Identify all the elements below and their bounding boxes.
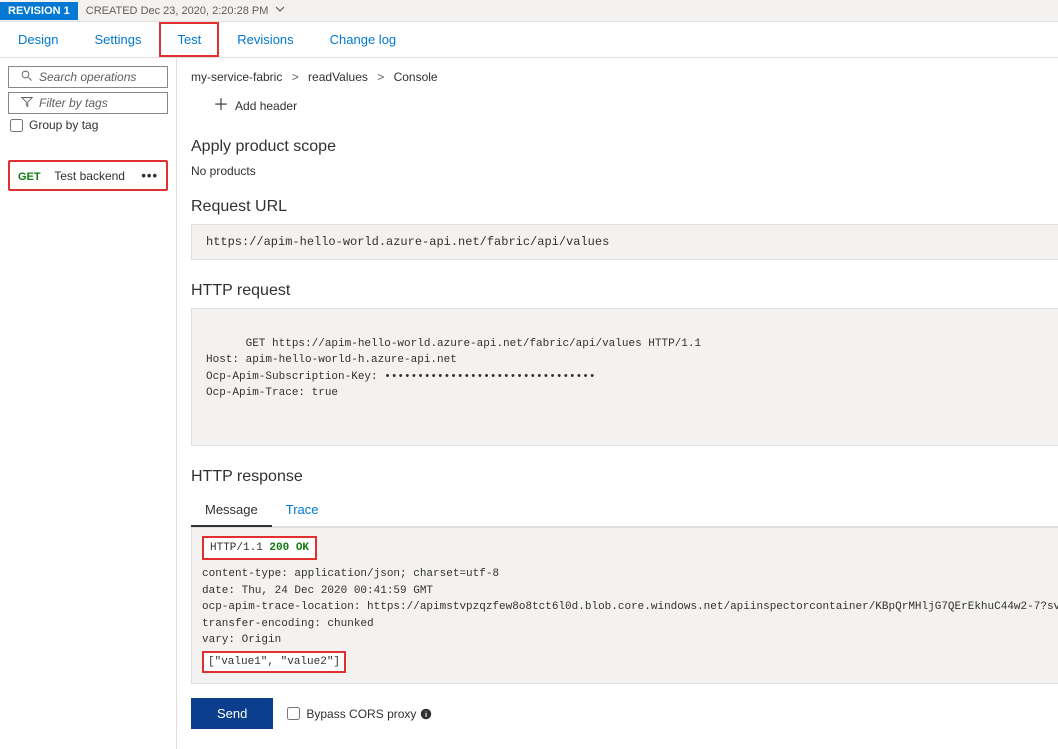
tab-design[interactable]: Design bbox=[0, 22, 76, 57]
created-value: Dec 23, 2020, 2:20:28 PM bbox=[141, 5, 269, 17]
revision-badge: REVISION 1 bbox=[0, 2, 78, 20]
breadcrumb-c: Console bbox=[394, 70, 438, 84]
bypass-cors[interactable]: Bypass CORS proxy i bbox=[287, 707, 432, 721]
filter-input[interactable]: Filter by tags bbox=[8, 92, 168, 114]
more-icon[interactable]: ••• bbox=[141, 168, 158, 183]
operation-name: Test backend bbox=[54, 169, 125, 183]
search-icon bbox=[21, 70, 33, 85]
tab-message[interactable]: Message bbox=[191, 494, 272, 527]
status-proto: HTTP/1.1 bbox=[210, 542, 263, 554]
tab-revisions[interactable]: Revisions bbox=[219, 22, 311, 57]
tab-test[interactable]: Test bbox=[159, 22, 219, 57]
footer-bar: Send Bypass CORS proxy i bbox=[191, 684, 1058, 729]
revision-bar: REVISION 1 CREATED Dec 23, 2020, 2:20:28… bbox=[0, 0, 1058, 22]
response-tabs: Message Trace Generate definition bbox=[191, 494, 1058, 527]
no-products-text: No products bbox=[191, 164, 1058, 178]
breadcrumb-a[interactable]: my-service-fabric bbox=[191, 70, 282, 84]
add-header-label: Add header bbox=[235, 99, 297, 113]
chevron-down-icon bbox=[275, 5, 285, 17]
group-by-tag[interactable]: Group by tag bbox=[10, 118, 166, 132]
send-button[interactable]: Send bbox=[191, 698, 273, 729]
revision-created[interactable]: CREATED Dec 23, 2020, 2:20:28 PM bbox=[78, 4, 286, 17]
operation-method: GET bbox=[18, 171, 41, 183]
search-placeholder: Search operations bbox=[39, 70, 136, 84]
breadcrumb-sep: > bbox=[377, 70, 384, 84]
tab-trace[interactable]: Trace bbox=[272, 494, 333, 525]
section-request-url: Request URL bbox=[191, 198, 1058, 216]
main-content: my-service-fabric > readValues > Console… bbox=[177, 58, 1058, 749]
breadcrumb: my-service-fabric > readValues > Console bbox=[191, 70, 1058, 84]
bypass-checkbox[interactable] bbox=[287, 707, 300, 720]
nav-tabs: Design Settings Test Revisions Change lo… bbox=[0, 22, 1058, 58]
info-icon[interactable]: i bbox=[420, 708, 432, 720]
http-request-text: GET https://apim-hello-world.azure-api.n… bbox=[206, 338, 701, 400]
section-http-response: HTTP response bbox=[191, 468, 1058, 486]
request-url-box: https://apim-hello-world.azure-api.net/f… bbox=[191, 224, 1058, 260]
status-text: 200 OK bbox=[269, 542, 309, 554]
tab-changelog[interactable]: Change log bbox=[312, 22, 415, 57]
section-http-request: HTTP request bbox=[191, 282, 1058, 300]
tab-settings[interactable]: Settings bbox=[76, 22, 159, 57]
add-header-button[interactable]: ＋ Add header bbox=[191, 98, 297, 114]
breadcrumb-b[interactable]: readValues bbox=[308, 70, 368, 84]
breadcrumb-sep: > bbox=[292, 70, 299, 84]
section-apply-scope: Apply product scope bbox=[191, 138, 1058, 156]
plus-icon: ＋ bbox=[213, 98, 229, 114]
created-label: CREATED bbox=[86, 5, 138, 17]
bypass-label: Bypass CORS proxy bbox=[306, 707, 416, 721]
response-status: HTTP/1.1 200 OK bbox=[202, 536, 317, 561]
svg-text:i: i bbox=[425, 710, 427, 719]
filter-icon bbox=[21, 96, 33, 111]
http-response-box: HTTP/1.1 200 OK content-type: applicatio… bbox=[191, 527, 1058, 685]
group-label: Group by tag bbox=[29, 118, 98, 132]
response-body: ["value1", "value2"] bbox=[202, 651, 346, 674]
operation-item[interactable]: GET Test backend ••• bbox=[8, 160, 168, 191]
group-checkbox[interactable] bbox=[10, 119, 23, 132]
http-request-box: GET https://apim-hello-world.azure-api.n… bbox=[191, 308, 1058, 446]
sidebar: Search operations Filter by tags Group b… bbox=[0, 58, 177, 749]
search-input[interactable]: Search operations bbox=[8, 66, 168, 88]
response-headers: content-type: application/json; charset=… bbox=[202, 566, 1058, 649]
filter-placeholder: Filter by tags bbox=[39, 96, 108, 110]
